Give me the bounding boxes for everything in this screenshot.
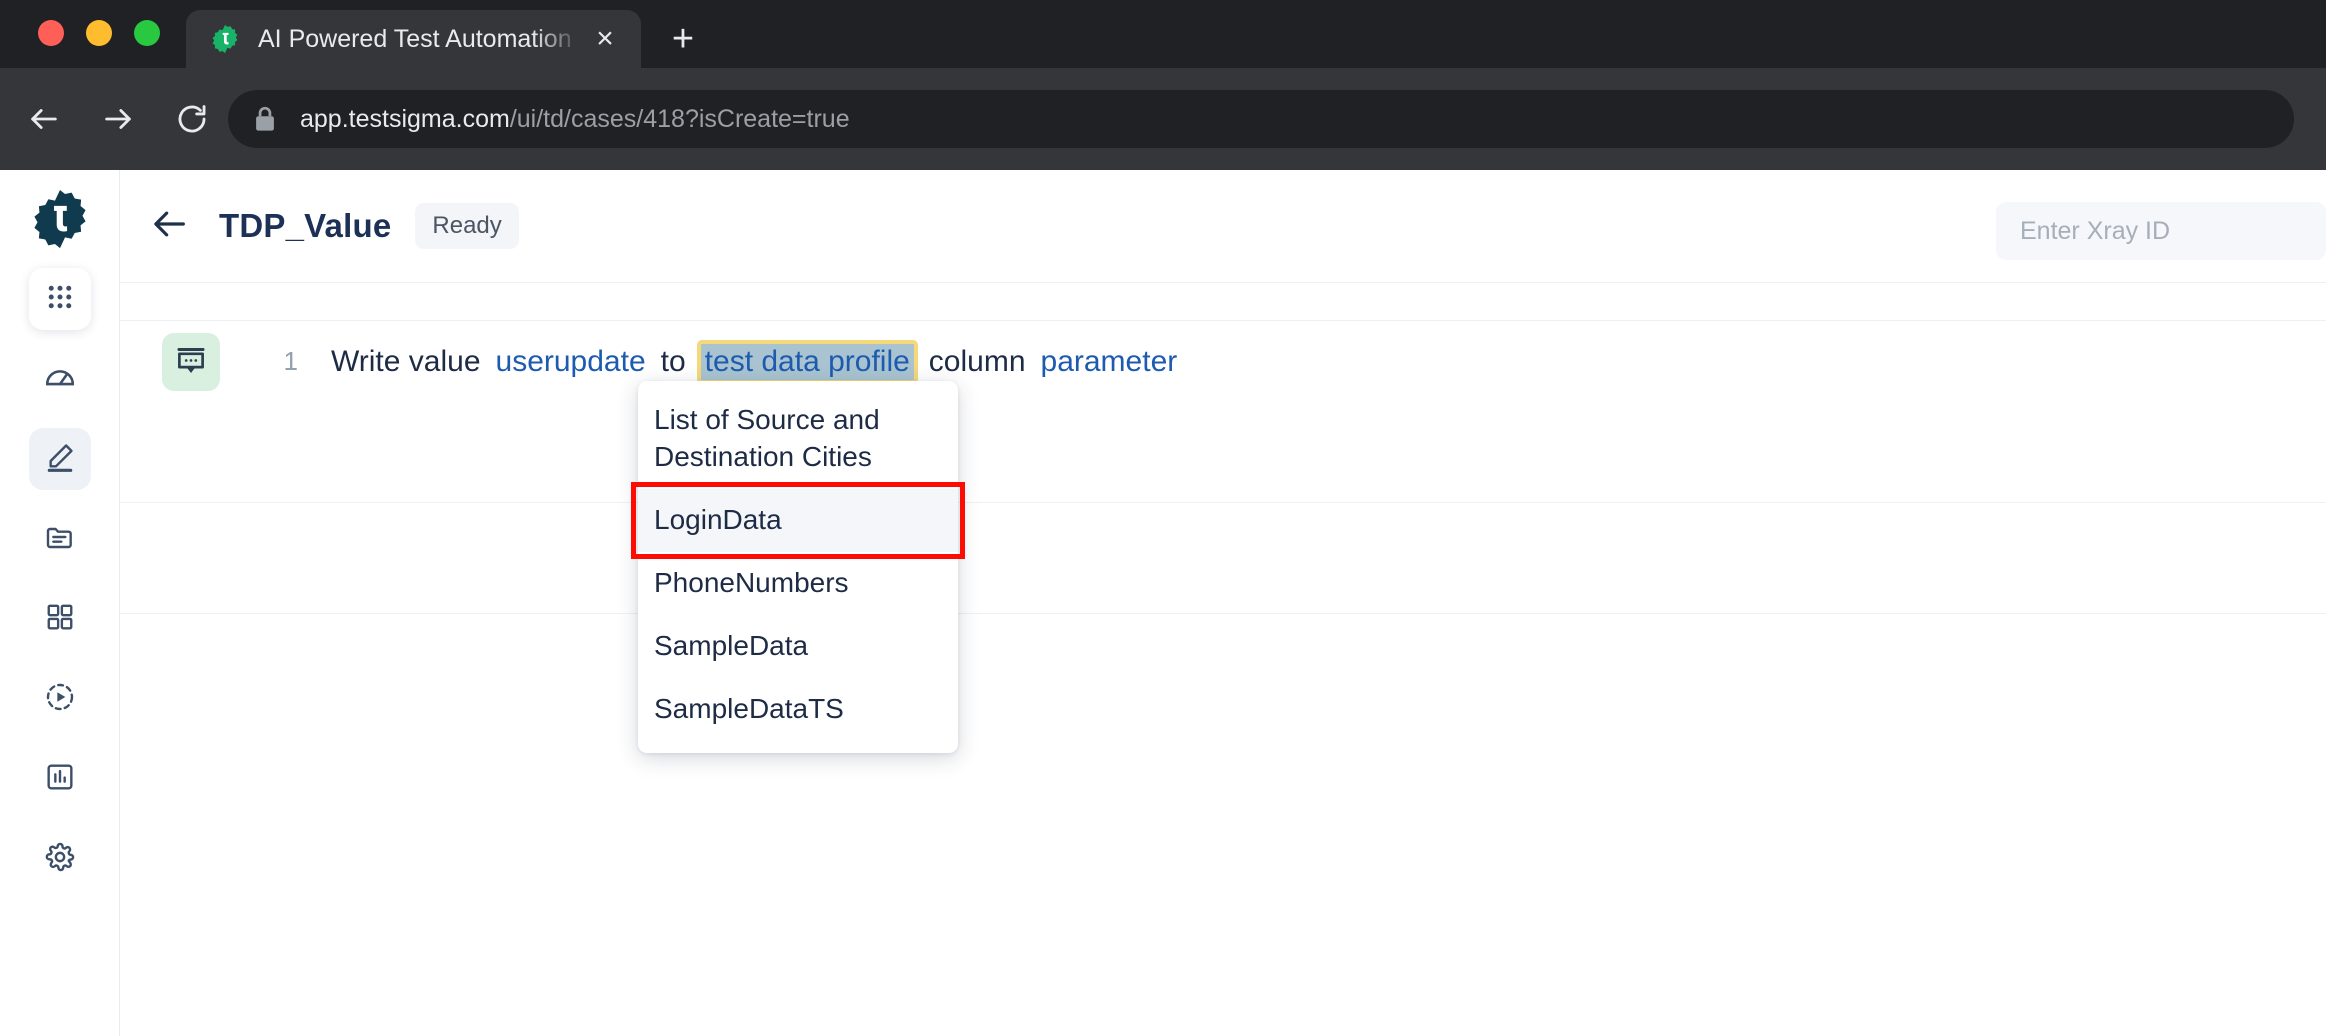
sidebar-item-test-data[interactable] <box>29 508 91 570</box>
sidebar-item-settings[interactable] <box>29 828 91 890</box>
step-token-test-data-profile[interactable]: test data profile <box>696 339 918 384</box>
step-token-value[interactable]: userupdate <box>496 345 646 379</box>
testsigma-logo[interactable] <box>29 188 91 250</box>
browser-tabstrip: AI Powered Test Automation Pl × + <box>0 0 2326 68</box>
url-path: /ui/td/cases/418?isCreate=true <box>509 104 850 133</box>
test-steps-area: 1 Write value userupdate to test data pr… <box>120 283 2326 1036</box>
close-window-button[interactable] <box>38 20 64 46</box>
lock-icon <box>254 106 276 132</box>
arrow-left-icon <box>150 204 190 249</box>
sidebar-item-run-results[interactable] <box>29 668 91 730</box>
gear-icon <box>44 841 76 878</box>
browser-tab-title: AI Powered Test Automation Pl <box>258 24 585 53</box>
forward-button[interactable] <box>90 91 146 147</box>
browser-chrome: AI Powered Test Automation Pl × + app.te… <box>0 0 2326 170</box>
divider <box>120 613 2326 614</box>
grid-dots-icon <box>45 282 75 317</box>
sidebar-item-reports[interactable] <box>29 748 91 810</box>
test-step-row[interactable]: 1 Write value userupdate to test data pr… <box>120 321 2326 402</box>
testsigma-logo-icon <box>210 24 240 54</box>
dropdown-item-list-of-source-and-destination-cities[interactable]: List of Source and Destination Cities <box>638 389 958 489</box>
app-sidebar <box>0 170 120 1036</box>
back-to-list-button[interactable] <box>147 203 193 249</box>
step-token-parameter[interactable]: parameter <box>1041 345 1178 379</box>
xray-id-input[interactable] <box>1996 202 2326 260</box>
address-bar-url: app.testsigma.com/ui/td/cases/418?isCrea… <box>300 105 850 134</box>
sidebar-item-apps-grid[interactable] <box>28 268 91 330</box>
test-step-icon <box>162 332 220 391</box>
dropdown-item-sampledata[interactable]: SampleData <box>638 615 958 678</box>
folder-icon <box>44 521 76 558</box>
test-data-profile-dropdown: List of Source and Destination Cities Lo… <box>631 381 965 753</box>
testsigma-app: TDP_Value Ready 1 Write value use <box>0 170 2326 1036</box>
reload-button[interactable] <box>164 91 220 147</box>
maximize-window-button[interactable] <box>134 20 160 46</box>
browser-tab-active[interactable]: AI Powered Test Automation Pl × <box>186 10 641 68</box>
browser-toolbar: app.testsigma.com/ui/td/cases/418?isCrea… <box>0 68 2326 170</box>
divider <box>120 502 2326 503</box>
dropdown-item-sampledatats[interactable]: SampleDataTS <box>638 678 958 741</box>
sidebar-item-dashboard[interactable] <box>29 348 91 410</box>
page-header: TDP_Value Ready <box>120 170 2326 283</box>
squares-icon <box>45 602 75 637</box>
status-badge: Ready <box>415 203 519 249</box>
step-natural-language-text: Write value userupdate to test data prof… <box>331 339 1178 384</box>
close-tab-button[interactable]: × <box>585 19 625 59</box>
step-token-column: column <box>928 344 1026 378</box>
address-bar[interactable]: app.testsigma.com/ui/td/cases/418?isCrea… <box>228 90 2294 148</box>
back-button[interactable] <box>16 91 72 147</box>
page-title: TDP_Value <box>219 207 392 244</box>
speedometer-icon <box>43 360 77 399</box>
step-token-action: Write value <box>331 344 481 378</box>
step-number: 1 <box>283 346 298 376</box>
minimize-window-button[interactable] <box>86 20 112 46</box>
new-tab-button[interactable]: + <box>660 16 706 62</box>
bar-chart-icon <box>44 761 76 798</box>
step-token-to: to <box>660 344 686 378</box>
pencil-icon <box>44 441 76 478</box>
window-traffic-lights <box>38 20 160 46</box>
dropdown-item-phonenumbers[interactable]: PhoneNumbers <box>638 552 958 615</box>
sidebar-item-test-development[interactable] <box>28 428 91 490</box>
dropdown-item-logindata[interactable]: LoginData <box>631 481 965 559</box>
url-domain: app.testsigma.com <box>300 104 510 133</box>
play-circle-icon <box>44 681 76 718</box>
sidebar-item-test-plans[interactable] <box>29 588 91 650</box>
